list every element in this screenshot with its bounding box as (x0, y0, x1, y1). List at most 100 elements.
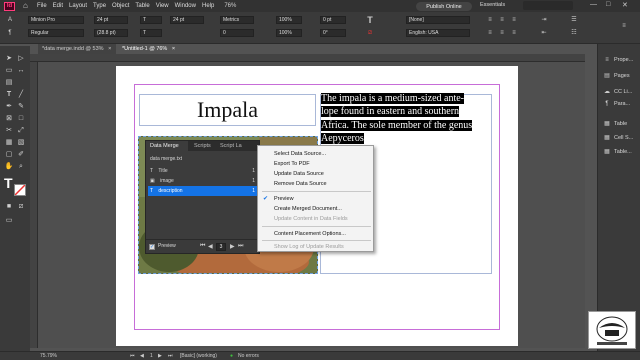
numbering-icon[interactable]: ☷ (570, 29, 578, 37)
justify-left-icon[interactable]: ≡ (486, 29, 494, 37)
menu-preview[interactable]: Preview (274, 195, 294, 203)
menu-file[interactable]: File (37, 3, 47, 9)
vertical-scale-field[interactable]: 100% (276, 16, 302, 24)
menu-select-data-source[interactable]: Select Data Source... (274, 150, 326, 158)
search-help-field[interactable] (523, 1, 573, 10)
justify-all-icon[interactable]: ≡ (510, 29, 518, 37)
tab-close-icon[interactable]: × (108, 46, 111, 52)
hand-tool-icon[interactable]: ✋ (4, 162, 14, 171)
zoom-tool-icon[interactable]: ⌕ (16, 162, 26, 171)
field-row-description[interactable]: T description 1 (148, 186, 259, 196)
title-text-frame[interactable]: Impala (139, 94, 316, 126)
underline-toggle[interactable]: T (140, 16, 162, 24)
character-style-field[interactable]: [None] (406, 16, 470, 24)
rectangle-frame-tool-icon[interactable]: ⊠ (4, 114, 14, 123)
gap-tool-icon[interactable]: ↔ (16, 66, 26, 75)
home-icon[interactable]: ⌂ (23, 2, 31, 10)
content-collector-icon[interactable]: ▤ (4, 78, 14, 87)
tab-untitled-1[interactable]: *Untitled-1 @ 76% × (118, 44, 188, 54)
dock-table-styles[interactable]: ▦ Table... (600, 146, 640, 158)
status-style[interactable]: [Basic] (working) (180, 352, 217, 360)
pen-tool-icon[interactable]: ✒ (4, 102, 14, 111)
font-family-field[interactable]: Minion Pro (28, 16, 84, 24)
next-page-icon[interactable]: ▶ (158, 352, 162, 360)
previous-page-icon[interactable]: ◀ (140, 352, 144, 360)
panel-menu-icon[interactable]: ≡ (620, 22, 628, 30)
close-window-button[interactable]: ✕ (622, 1, 628, 9)
fill-text-icon[interactable]: T (366, 16, 374, 25)
tab-data-merge-panel[interactable]: Data Merge (146, 141, 188, 151)
character-formatting-icon[interactable]: A (6, 16, 14, 24)
menu-object[interactable]: Object (112, 3, 129, 9)
align-left-icon[interactable]: ≡ (486, 16, 494, 24)
menu-edit[interactable]: Edit (53, 3, 63, 9)
last-page-icon[interactable]: ⏭ (168, 352, 173, 360)
description-text[interactable]: The impala is a medium-sized ante- lope … (321, 92, 491, 145)
skew-field[interactable]: 0° (320, 29, 346, 37)
font-style-field[interactable]: Regular (28, 29, 84, 37)
leading-field[interactable]: (28.8 pt) (94, 29, 128, 37)
kerning-field[interactable]: 24 pt (170, 16, 204, 24)
pencil-tool-icon[interactable]: ✎ (16, 102, 26, 111)
menu-update-data-source[interactable]: Update Data Source (274, 170, 324, 178)
publish-online-button[interactable]: Publish Online (416, 2, 472, 11)
page-number[interactable]: 1 (150, 352, 153, 360)
apply-none-icon[interactable]: ⧄ (16, 202, 26, 211)
horizontal-ruler[interactable] (30, 54, 585, 62)
stroke-swatch-icon[interactable] (14, 184, 26, 196)
dock-cell-styles[interactable]: ▦ Cell S... (600, 132, 640, 144)
bullets-icon[interactable]: ☰ (570, 16, 578, 24)
menu-view[interactable]: View (156, 3, 169, 9)
gradient-tool-icon[interactable]: ▦ (4, 138, 14, 147)
menu-export-to-pdf[interactable]: Export To PDF (274, 160, 310, 168)
left-indent-icon[interactable]: ⇥ (540, 16, 548, 24)
gradient-feather-tool-icon[interactable]: ▧ (16, 138, 26, 147)
direct-selection-tool-icon[interactable]: ▷ (16, 54, 26, 63)
title-text[interactable]: Impala (197, 97, 258, 123)
zoom-level[interactable]: 76% (224, 3, 236, 9)
strikethrough-toggle[interactable]: T (140, 29, 162, 37)
workspace-switcher[interactable]: Essentials (480, 2, 505, 8)
align-right-icon[interactable]: ≡ (510, 16, 518, 24)
scissors-tool-icon[interactable]: ✂ (4, 126, 14, 135)
first-line-indent-icon[interactable]: ⇤ (540, 29, 548, 37)
dock-properties[interactable]: ≡ Prope... (600, 54, 640, 66)
next-record-icon[interactable]: ▶ (230, 243, 235, 250)
preview-checkbox[interactable]: ✓ (149, 244, 155, 250)
align-center-icon[interactable]: ≡ (498, 16, 506, 24)
menu-layout[interactable]: Layout (69, 3, 87, 9)
menu-help[interactable]: Help (202, 3, 214, 9)
status-zoom[interactable]: 75.79% (40, 352, 57, 360)
stroke-none-icon[interactable]: ⧄ (366, 29, 374, 37)
baseline-shift-field[interactable]: 0 pt (320, 16, 346, 24)
language-field[interactable]: English: USA (406, 29, 470, 37)
kerning-metrics-field[interactable]: Metrics (220, 16, 254, 24)
selection-tool-icon[interactable]: ➤ (4, 54, 14, 63)
record-number-field[interactable]: 3 (216, 243, 226, 251)
menu-create-merged-document[interactable]: Create Merged Document... (274, 205, 342, 213)
dock-pages[interactable]: ▤ Pages (600, 70, 640, 82)
page-tool-icon[interactable]: ▭ (4, 66, 14, 75)
first-page-icon[interactable]: ⏮ (130, 352, 135, 360)
tab-scripts[interactable]: Scripts (190, 141, 216, 151)
previous-record-icon[interactable]: ◀ (208, 243, 213, 250)
menu-type[interactable]: Type (93, 3, 106, 9)
tab-data-merge[interactable]: *data merge.indd @ 53% × (38, 44, 116, 54)
dock-paragraph[interactable]: ¶ Para... (600, 98, 640, 110)
apply-color-icon[interactable]: ■ (4, 202, 14, 211)
horizontal-scale-field[interactable]: 100% (276, 29, 302, 37)
menu-remove-data-source[interactable]: Remove Data Source (274, 180, 327, 188)
tab-close-icon[interactable]: × (172, 46, 175, 52)
type-tool-icon[interactable]: T (4, 90, 14, 99)
menu-table[interactable]: Table (135, 3, 149, 9)
screen-mode-icon[interactable]: ▭ (4, 216, 14, 225)
maximize-button[interactable]: □ (606, 1, 610, 8)
dock-table[interactable]: ▦ Table (600, 118, 640, 130)
free-transform-tool-icon[interactable]: ⤢ (16, 126, 26, 135)
eyedropper-tool-icon[interactable]: ✐ (16, 150, 26, 159)
last-record-icon[interactable]: ⏭ (238, 243, 243, 250)
font-size-field[interactable]: 24 pt (94, 16, 128, 24)
tab-script-label[interactable]: Script La (216, 141, 246, 151)
field-row-title[interactable]: T Title 1 (148, 166, 259, 176)
tracking-field[interactable]: 0 (220, 29, 254, 37)
